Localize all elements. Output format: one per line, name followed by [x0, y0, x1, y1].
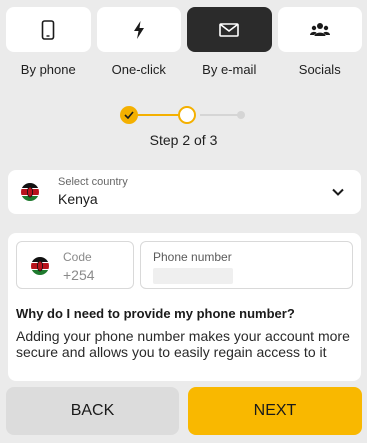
phone-code-field[interactable]: Code +254 — [16, 241, 134, 289]
kenya-flag-icon — [31, 257, 49, 275]
phone-number-field[interactable]: Phone number — [140, 241, 353, 289]
phone-number-card: Code +254 Phone number Why do I need to … — [8, 233, 361, 381]
next-button[interactable]: NEXT — [188, 387, 362, 435]
tab-one-click-label: One-click — [111, 62, 166, 77]
chevron-down-icon — [332, 188, 344, 196]
phone-number-input[interactable] — [153, 268, 233, 284]
step-1-completed-dot — [120, 106, 138, 124]
tab-socials-icon-box[interactable] — [277, 7, 362, 52]
step-indicator-text: Step 2 of 3 — [149, 132, 218, 148]
tab-by-phone-icon-box[interactable] — [6, 7, 91, 52]
kenya-flag-icon — [21, 183, 39, 201]
tab-by-email[interactable]: By e-mail — [187, 7, 272, 83]
smartphone-icon — [41, 19, 55, 40]
tab-one-click[interactable]: One-click — [96, 7, 181, 83]
registration-method-tabs: By phone One-click By e-mail Socials — [6, 7, 362, 83]
checkmark-icon — [124, 111, 134, 119]
country-select[interactable]: Select country Kenya — [8, 170, 361, 214]
back-button[interactable]: BACK — [6, 387, 179, 435]
info-text: Adding your phone number makes your acco… — [16, 328, 350, 360]
lightning-icon — [133, 20, 144, 39]
step-2-current-dot — [178, 106, 196, 124]
info-title: Why do I need to provide my phone number… — [16, 306, 295, 321]
tab-socials-label: Socials — [298, 62, 341, 77]
tab-socials[interactable]: Socials — [277, 7, 362, 83]
users-icon — [309, 22, 330, 36]
phone-number-label: Phone number — [153, 250, 232, 264]
step-3-pending-dot — [237, 111, 245, 119]
phone-code-value: +254 — [63, 267, 95, 283]
tab-one-click-icon-box[interactable] — [96, 7, 181, 52]
stepper-line-remaining — [200, 114, 238, 116]
tab-by-email-icon-box[interactable] — [187, 7, 272, 52]
progress-stepper — [120, 105, 250, 125]
tab-by-email-label: By e-mail — [202, 62, 257, 77]
phone-code-label: Code — [63, 250, 92, 264]
envelope-icon — [219, 22, 240, 37]
country-select-value: Kenya — [58, 191, 98, 207]
tab-by-phone[interactable]: By phone — [6, 7, 91, 83]
country-select-label: Select country — [58, 176, 128, 188]
tab-by-phone-label: By phone — [20, 62, 76, 77]
